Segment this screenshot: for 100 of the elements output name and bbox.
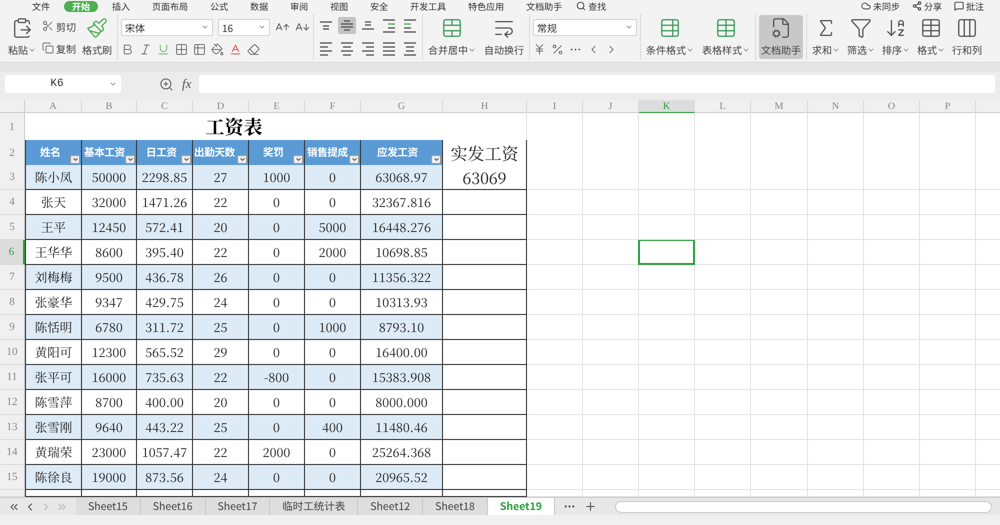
empty-cell[interactable] [864, 190, 920, 215]
selected-cell[interactable] [639, 240, 695, 265]
filter-dropdown[interactable] [349, 155, 359, 164]
empty-cell[interactable] [639, 365, 695, 390]
rows-columns-button[interactable]: 行和列 [950, 15, 984, 59]
empty-cell[interactable] [751, 190, 808, 215]
empty-cell[interactable] [864, 440, 920, 465]
empty-cell[interactable] [920, 465, 976, 490]
copy-button[interactable]: 复制 [42, 40, 76, 56]
align-button[interactable] [380, 17, 398, 34]
menu-button[interactable]: 批注 [954, 0, 984, 12]
align-button[interactable] [359, 40, 377, 57]
empty-cell[interactable] [583, 190, 639, 215]
paste-icon[interactable] [11, 17, 33, 39]
empty-cell[interactable] [808, 465, 864, 490]
empty-cell[interactable] [920, 265, 976, 290]
empty-cell[interactable] [695, 240, 751, 265]
empty-cell[interactable] [527, 415, 583, 440]
filter-dropdown[interactable] [125, 155, 135, 164]
empty-cell[interactable] [864, 290, 920, 315]
empty-cell[interactable] [864, 315, 920, 340]
empty-cell[interactable] [639, 415, 695, 440]
empty-cell[interactable] [751, 415, 808, 440]
empty-cell[interactable] [527, 440, 583, 465]
empty-cell[interactable] [808, 165, 864, 190]
empty-cell[interactable] [751, 340, 808, 365]
empty-cell[interactable] [639, 165, 695, 190]
empty-cell[interactable] [639, 340, 695, 365]
filter-dropdown[interactable] [293, 155, 303, 164]
empty-cell[interactable] [808, 215, 864, 240]
align-button[interactable] [317, 40, 335, 57]
format-painter-button[interactable]: 格式刷 [80, 15, 114, 59]
empty-cell[interactable] [639, 215, 695, 240]
align-button[interactable] [338, 40, 356, 57]
filter-dropdown[interactable] [431, 155, 441, 164]
empty-cell[interactable] [920, 290, 976, 315]
empty-cell[interactable] [527, 240, 583, 265]
sheet-tab[interactable]: Sheet17 [206, 498, 270, 516]
format-button[interactable]: 格式 [915, 15, 947, 59]
empty-cell[interactable] [751, 440, 808, 465]
empty-cell[interactable] [527, 390, 583, 415]
empty-cell[interactable] [583, 415, 639, 440]
empty-cell[interactable] [695, 190, 751, 215]
menu-tab[interactable]: 页面布局 [144, 0, 196, 12]
font-color-icon[interactable] [229, 42, 242, 56]
empty-cell[interactable] [864, 165, 920, 190]
add-sheet-icon[interactable] [584, 500, 597, 513]
empty-cell[interactable] [751, 265, 808, 290]
borders-icon[interactable] [175, 42, 188, 56]
paintbrush-icon[interactable] [86, 17, 108, 39]
empty-cell[interactable] [751, 215, 808, 240]
empty-cell[interactable] [920, 440, 976, 465]
underline-icon[interactable] [157, 42, 170, 56]
align-button[interactable] [380, 40, 398, 57]
wrap-text-button[interactable]: 自动换行 [482, 15, 526, 59]
conditional-format-button[interactable]: 条件格式 [644, 15, 696, 59]
empty-cell[interactable] [695, 290, 751, 315]
name-box[interactable]: K6 [5, 75, 121, 93]
format-icon[interactable] [920, 17, 942, 39]
empty-cell[interactable] [864, 415, 920, 440]
table-style-button[interactable]: 表格样式 [700, 15, 752, 59]
empty-cell[interactable] [639, 290, 695, 315]
empty-cell[interactable] [639, 440, 695, 465]
align-button[interactable] [401, 40, 419, 57]
sort-button[interactable]: 排序 [880, 15, 912, 59]
empty-cell[interactable] [583, 315, 639, 340]
empty-cell[interactable] [695, 215, 751, 240]
empty-cell[interactable] [808, 390, 864, 415]
empty-cell[interactable] [695, 340, 751, 365]
empty-cell[interactable] [695, 365, 751, 390]
select-all-corner[interactable] [0, 100, 25, 113]
empty-cell[interactable] [695, 265, 751, 290]
copy-icon[interactable] [42, 42, 54, 54]
doc-assistant-button[interactable]: 文档助手 [759, 15, 803, 59]
zoom-icon[interactable] [159, 76, 174, 92]
filter-dropdown[interactable] [70, 155, 80, 164]
cell-style-icon[interactable] [193, 42, 206, 56]
sheet-tab[interactable]: 临时工统计表 [270, 498, 358, 516]
empty-cell[interactable] [751, 315, 808, 340]
eraser-icon[interactable] [247, 42, 260, 56]
empty-cell[interactable] [808, 415, 864, 440]
merge-cells-icon[interactable] [441, 17, 463, 39]
menu-tab[interactable]: 审阅 [282, 0, 316, 12]
empty-cell[interactable] [751, 240, 808, 265]
empty-cell[interactable] [639, 465, 695, 490]
filter-dropdown[interactable] [181, 155, 191, 164]
empty-cell[interactable] [920, 365, 976, 390]
empty-cell[interactable] [583, 265, 639, 290]
empty-cell[interactable] [639, 315, 695, 340]
empty-cell[interactable] [808, 315, 864, 340]
sum-button[interactable]: 求和 [810, 15, 842, 59]
empty-cell[interactable] [527, 165, 583, 190]
empty-cell[interactable] [864, 390, 920, 415]
table-icon[interactable] [659, 17, 681, 39]
menu-tab[interactable]: 文件 [24, 0, 58, 12]
menu-button[interactable]: 分享 [912, 0, 942, 12]
filter-icon[interactable] [850, 17, 872, 39]
align-button[interactable] [401, 17, 419, 34]
menu-button[interactable]: 未同步 [860, 0, 900, 12]
empty-cell[interactable] [527, 465, 583, 490]
